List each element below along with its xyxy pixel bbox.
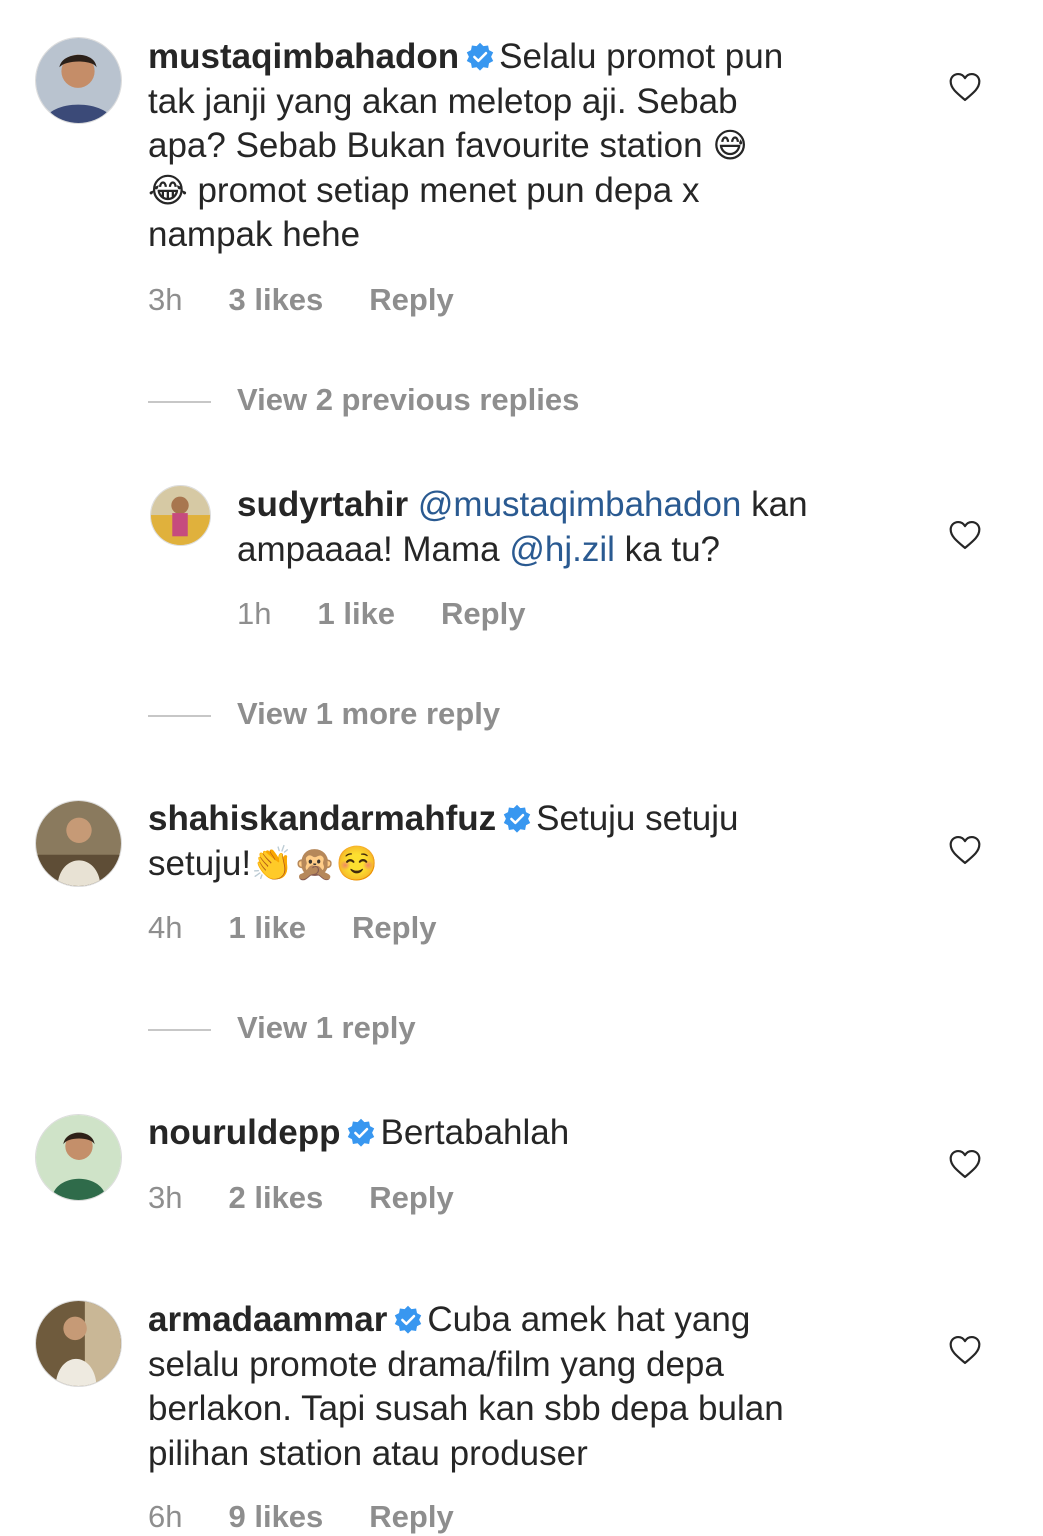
comment-text: pilihan station atau produser [148, 1433, 588, 1473]
mention-link[interactable]: @mustaqimbahadon [418, 485, 742, 524]
comment-text: setuju! [148, 843, 252, 883]
comment-text: Bertabahlah [380, 1113, 570, 1152]
comment-text: ka tu? [624, 529, 721, 569]
comment-text: Selalu promot pun [499, 37, 784, 76]
username[interactable]: mustaqimbahadon [148, 37, 459, 76]
comment-text: Setuju setuju [536, 799, 739, 838]
comment-text: apa? Sebab Bukan favourite station [148, 126, 703, 165]
timestamp: 1h [237, 596, 272, 631]
grinning-sweat-emoji: 😅 [712, 126, 748, 166]
timestamp: 3h [148, 1180, 183, 1215]
timestamp: 3h [148, 282, 183, 317]
thread-divider [148, 401, 211, 403]
comment-text: tak janji yang akan meletop aji. Sebab [148, 81, 738, 121]
comment-text: nampak hehe [148, 215, 361, 254]
likes-count[interactable]: 2 likes [228, 1180, 323, 1216]
username[interactable]: armadaammar [148, 1300, 387, 1339]
comment-text: berlakon. Tapi susah kan sbb depa bulan [148, 1389, 784, 1428]
reply-button[interactable]: Reply [369, 1499, 453, 1535]
likes-count[interactable]: 9 likes [228, 1499, 323, 1535]
username[interactable]: nouruldepp [148, 1113, 340, 1152]
avatar[interactable] [35, 1300, 122, 1387]
timestamp: 6h [148, 1499, 183, 1534]
clap-monkey-smile-emoji: 👏🙊☺️ [251, 843, 379, 884]
verified-badge-icon [502, 804, 532, 834]
comment-text: selalu promote drama/film yang depa [148, 1344, 724, 1384]
comment-text: Cuba amek hat yang [427, 1300, 751, 1339]
timestamp: 4h [148, 910, 183, 945]
heart-outline-icon[interactable] [948, 72, 982, 102]
avatar[interactable] [35, 1114, 122, 1201]
likes-count[interactable]: 1 like [317, 596, 395, 632]
avatar[interactable] [150, 485, 211, 546]
tears-of-joy-emoji: 😂 [148, 170, 188, 211]
heart-outline-icon[interactable] [948, 520, 982, 550]
avatar[interactable] [35, 800, 122, 887]
heart-outline-icon[interactable] [948, 835, 982, 865]
verified-badge-icon [393, 1305, 423, 1335]
verified-badge-icon [465, 42, 495, 72]
reply-button[interactable]: Reply [369, 1180, 453, 1216]
reply-button[interactable]: Reply [369, 282, 453, 318]
reply-button[interactable]: Reply [441, 596, 525, 632]
likes-count[interactable]: 3 likes [228, 282, 323, 318]
avatar[interactable] [35, 37, 122, 124]
username[interactable]: sudyrtahir [237, 485, 408, 524]
heart-outline-icon[interactable] [948, 1149, 982, 1179]
likes-count[interactable]: 1 like [228, 910, 306, 946]
comment-text: kan [751, 485, 808, 524]
verified-badge-icon [346, 1118, 376, 1148]
heart-outline-icon[interactable] [948, 1335, 982, 1365]
thread-divider [148, 1029, 211, 1031]
mention-link[interactable]: @hj.zil [509, 530, 615, 569]
reply-button[interactable]: Reply [352, 910, 436, 946]
thread-divider [148, 715, 211, 717]
comment-text: promot setiap menet pun depa x [197, 170, 700, 210]
username[interactable]: shahiskandarmahfuz [148, 799, 496, 838]
comment-text: ampaaaa! Mama [237, 529, 500, 569]
